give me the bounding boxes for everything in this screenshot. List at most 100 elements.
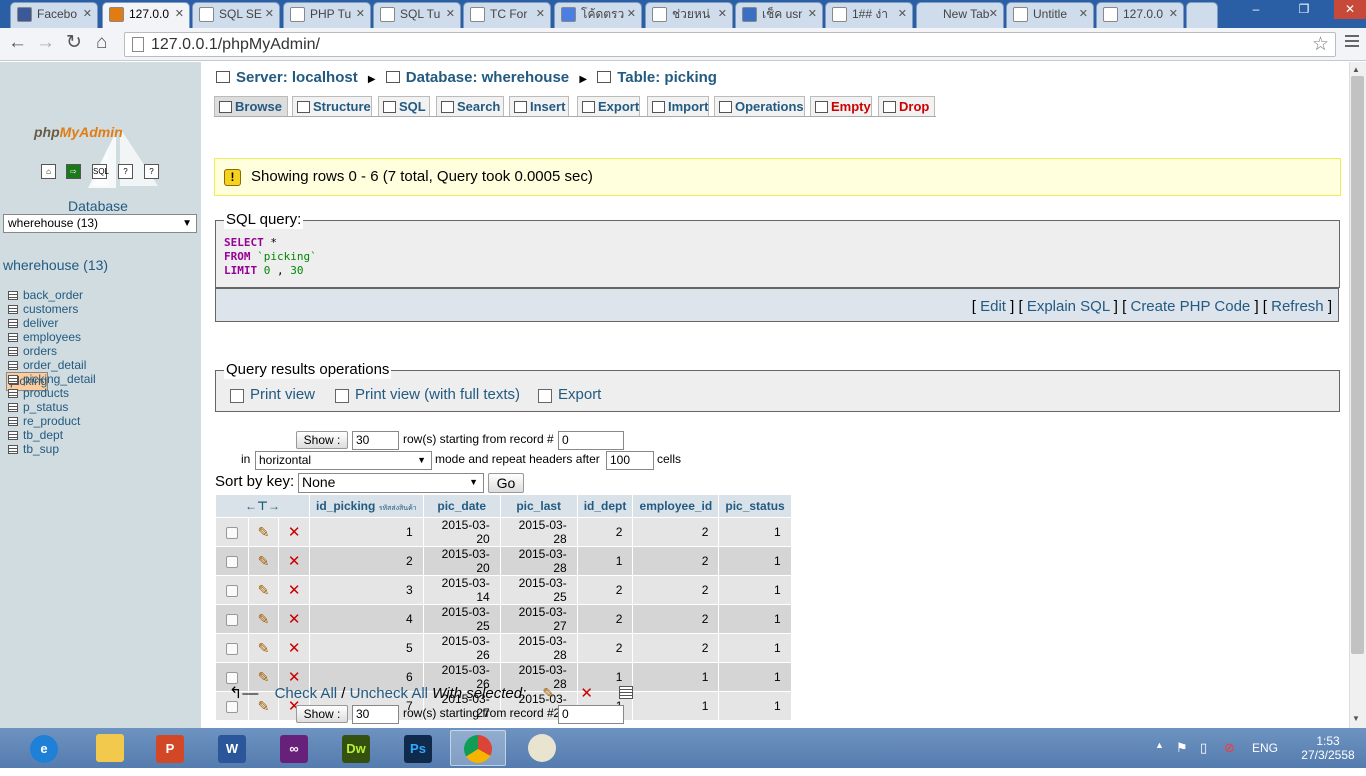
table-icon[interactable]	[8, 417, 18, 426]
table-icon[interactable]	[8, 319, 18, 328]
sidebar-item-p-status[interactable]: p_status	[6, 400, 197, 414]
sidebar-item-products[interactable]: products	[6, 386, 197, 400]
browser-tab[interactable]: SQL Tu ✕	[373, 2, 461, 28]
row-checkbox[interactable]	[225, 555, 238, 568]
tab-structure[interactable]: Structure	[292, 96, 372, 116]
edit-icon[interactable]: ✎	[258, 582, 270, 598]
column-header-pic-status[interactable]: pic_status	[719, 495, 791, 517]
tab-close-icon[interactable]: ✕	[989, 3, 998, 25]
table-cell[interactable]: 2	[633, 605, 719, 633]
tab-close-icon[interactable]: ✕	[808, 3, 817, 25]
start-record-input[interactable]: 0	[558, 431, 624, 450]
url-input[interactable]: 127.0.0.1/phpMyAdmin/ ☆	[124, 32, 1336, 57]
table-cell[interactable]: 1	[719, 634, 791, 662]
column-header-id-picking[interactable]: id_picking รหัสส่งสินค้า	[310, 495, 423, 517]
table-icon[interactable]	[8, 445, 18, 454]
browser-tab[interactable]: 127.0.0 ✕	[102, 2, 190, 28]
table-cell[interactable]: 1	[719, 518, 791, 546]
browser-tab[interactable]: 1## ง่า ✕	[825, 2, 913, 28]
sidebar-item-tb-sup[interactable]: tb_sup	[6, 442, 197, 456]
table-cell[interactable]: 2	[633, 634, 719, 662]
uncheck-all-link[interactable]: Uncheck All	[350, 685, 428, 702]
sql-icon[interactable]: SQL	[92, 164, 109, 179]
show-button[interactable]: Show :	[296, 431, 348, 449]
bookmark-star-icon[interactable]: ☆	[1312, 33, 1329, 56]
tab-operations[interactable]: Operations	[714, 96, 805, 116]
export-link[interactable]: Export	[558, 386, 601, 403]
tab-close-icon[interactable]: ✕	[898, 3, 907, 25]
table-cell[interactable]: 2015-03-20	[423, 518, 500, 546]
close-window-button[interactable]: ✕	[1334, 0, 1366, 19]
language-indicator[interactable]: ENG	[1252, 741, 1278, 755]
sidebar-item-picking-detail[interactable]: picking_detail	[6, 372, 197, 386]
print-view-link[interactable]: Print view	[250, 386, 315, 403]
tab-browse[interactable]: Browse	[214, 96, 288, 116]
create-php-code-link[interactable]: Create PHP Code	[1130, 298, 1250, 315]
tab-sql[interactable]: SQL	[378, 96, 430, 116]
sidebar-item-customers[interactable]: customers	[6, 302, 197, 316]
reload-icon[interactable]: ↻	[66, 31, 82, 55]
visualstudio-taskbar-button[interactable]: ∞	[266, 730, 322, 766]
table-icon[interactable]	[8, 389, 18, 398]
table-cell[interactable]: 2	[633, 518, 719, 546]
table-icon[interactable]	[8, 403, 18, 412]
tab-close-icon[interactable]: ✕	[718, 3, 727, 25]
export-selected-icon[interactable]	[619, 686, 634, 699]
table-icon[interactable]	[8, 375, 18, 384]
browser-tab[interactable]: TC For ✕	[463, 2, 551, 28]
powerpoint-taskbar-button[interactable]: P	[142, 730, 198, 766]
row-checkbox[interactable]	[225, 584, 238, 597]
sidebar-item-re-product[interactable]: re_product	[6, 414, 197, 428]
paint-taskbar-button[interactable]	[514, 730, 570, 766]
table-cell[interactable]: 2	[633, 547, 719, 575]
table-cell[interactable]: 1	[577, 547, 633, 575]
table-cell[interactable]: 1	[719, 692, 791, 720]
refresh-link[interactable]: Refresh	[1271, 298, 1324, 315]
photoshop-taskbar-button[interactable]: Ps	[390, 730, 446, 766]
delete-icon[interactable]: ✕	[288, 524, 301, 541]
table-cell[interactable]: 1	[719, 547, 791, 575]
sidebar-item-order-detail[interactable]: order_detail	[6, 358, 197, 372]
tab-close-icon[interactable]: ✕	[356, 3, 365, 25]
column-header-employee-id[interactable]: employee_id	[633, 495, 719, 517]
home-icon[interactable]: ⌂	[41, 164, 56, 179]
tab-search[interactable]: Search	[436, 96, 504, 116]
table-cell[interactable]: 2	[577, 634, 633, 662]
column-arrows-header[interactable]: ←⊤→	[216, 495, 309, 517]
tab-insert[interactable]: Insert	[509, 96, 569, 116]
table-icon[interactable]	[8, 305, 18, 314]
table-cell[interactable]: 1	[719, 605, 791, 633]
table-cell[interactable]: 1	[719, 576, 791, 604]
rows-input[interactable]: 30	[352, 431, 399, 450]
table-cell[interactable]: 1	[633, 692, 719, 720]
word-taskbar-button[interactable]: W	[204, 730, 260, 766]
edit-link[interactable]: Edit	[980, 298, 1006, 315]
tab-close-icon[interactable]: ✕	[265, 3, 274, 25]
chrome-taskbar-button[interactable]	[450, 730, 506, 766]
database-title-link[interactable]: wherehouse (13)	[3, 257, 108, 273]
table-cell[interactable]: 5	[310, 634, 423, 662]
tab-close-icon[interactable]: ✕	[1079, 3, 1088, 25]
browser-tab[interactable]: PHP Tu ✕	[283, 2, 371, 28]
browser-tab[interactable]: Untitle ✕	[1006, 2, 1094, 28]
row-checkbox[interactable]	[225, 526, 238, 539]
browser-tab[interactable]: 127.0.0 ✕	[1096, 2, 1184, 28]
browser-tab[interactable]: SQL SE ✕	[192, 2, 280, 28]
edit-icon[interactable]: ✎	[258, 640, 270, 656]
table-cell[interactable]: 2	[633, 576, 719, 604]
browser-tab[interactable]: Facebo ✕	[10, 2, 98, 28]
row-checkbox[interactable]	[225, 613, 238, 626]
check-all-link[interactable]: Check All	[275, 685, 338, 702]
explorer-taskbar-button[interactable]	[82, 730, 138, 766]
back-icon[interactable]: ←	[8, 31, 27, 55]
docs-icon[interactable]: ?	[118, 164, 133, 179]
table-cell[interactable]: 2015-03-26	[423, 634, 500, 662]
sidebar-item-deliver[interactable]: deliver	[6, 316, 197, 330]
scrollbar-thumb[interactable]	[1351, 76, 1364, 654]
browser-tab[interactable]: เช็ค usr ✕	[735, 2, 823, 28]
tab-drop[interactable]: Drop	[878, 96, 935, 116]
battery-icon[interactable]: ▯	[1200, 740, 1207, 756]
table-cell[interactable]: 2	[577, 605, 633, 633]
help-icon[interactable]: ?	[144, 164, 159, 179]
table-icon[interactable]	[8, 291, 18, 300]
